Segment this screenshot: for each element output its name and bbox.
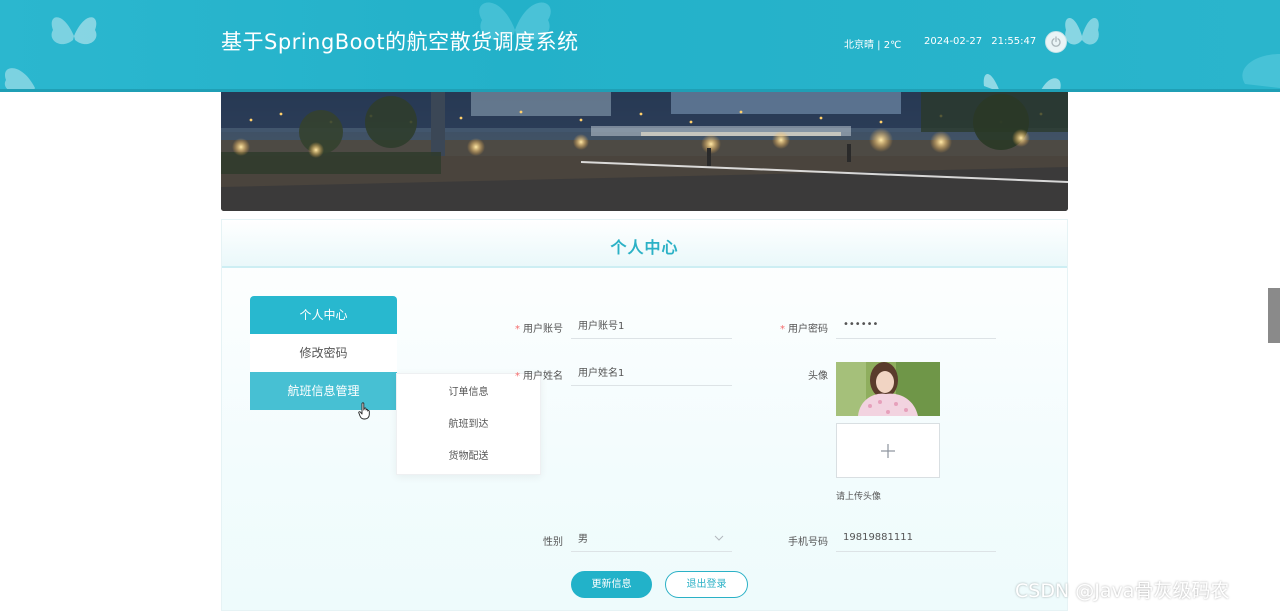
side-item-personal-center[interactable]: 个人中心 <box>250 296 397 334</box>
avatar-image[interactable] <box>836 362 940 416</box>
butterfly-decoration-icon <box>51 17 97 45</box>
logout-power-button[interactable] <box>1045 31 1067 53</box>
csdn-watermark: CSDN @Java骨灰级码农 <box>1015 580 1230 602</box>
system-title: 基于SpringBoot的航空散货调度系统 <box>221 30 579 54</box>
butterfly-decoration-icon <box>1242 54 1280 88</box>
gender-label: 性别 <box>543 537 563 548</box>
name-label: * 用户姓名 <box>483 367 563 382</box>
username-label: * 用户账号 <box>483 320 563 335</box>
butterfly-decoration-icon <box>1065 18 1099 45</box>
page-scrollbar[interactable] <box>1268 288 1280 343</box>
chevron-down-icon <box>714 535 724 541</box>
panel-title: 个人中心 <box>610 238 679 257</box>
name-label-text: 用户姓名 <box>523 371 563 382</box>
submenu-item-flight-arrival[interactable]: 航班到达 <box>397 409 540 441</box>
avatar-upload-hint: 请上传头像 <box>836 492 882 502</box>
phone-label: 手机号码 <box>788 537 828 548</box>
password-input[interactable] <box>836 311 996 339</box>
avatar-upload-button[interactable] <box>836 423 940 478</box>
panel-header: 个人中心 <box>222 220 1067 268</box>
password-label-text: 用户密码 <box>788 324 828 335</box>
username-input[interactable] <box>571 311 732 339</box>
submenu-item-cargo-delivery[interactable]: 货物配送 <box>397 441 540 473</box>
name-input[interactable] <box>571 358 732 386</box>
banner-image <box>221 92 1068 211</box>
side-item-flight-info[interactable]: 航班信息管理 <box>250 372 397 410</box>
flight-info-submenu: 订单信息 航班到达 货物配送 <box>396 373 541 475</box>
update-info-button[interactable]: 更新信息 <box>571 571 652 598</box>
logout-button[interactable]: 退出登录 <box>665 571 748 598</box>
phone-input[interactable] <box>836 524 996 552</box>
avatar-label: 头像 <box>808 371 828 382</box>
required-mark: * <box>515 324 520 335</box>
username-label-text: 用户账号 <box>523 324 563 335</box>
butterfly-decoration-icon <box>983 74 1061 89</box>
side-item-change-password[interactable]: 修改密码 <box>250 334 397 372</box>
plus-icon <box>881 443 895 458</box>
hand-cursor-icon <box>358 402 370 420</box>
required-mark: * <box>515 371 520 382</box>
side-menu: 个人中心 修改密码 航班信息管理 <box>250 296 397 410</box>
butterfly-decoration-icon <box>4 68 35 89</box>
gender-select[interactable] <box>571 524 732 552</box>
power-icon <box>1051 36 1061 47</box>
current-datetime: 2024-02-27 21:55:47 <box>924 36 1037 47</box>
password-label: * 用户密码 <box>748 320 828 335</box>
top-header: 基于SpringBoot的航空散货调度系统 北京晴 | 2℃ 2024-02-2… <box>0 0 1280 92</box>
weather-info: 北京晴 | 2℃ <box>844 40 902 51</box>
personal-center-panel: 个人中心 个人中心 修改密码 航班信息管理 <box>221 219 1068 611</box>
required-mark: * <box>780 324 785 335</box>
